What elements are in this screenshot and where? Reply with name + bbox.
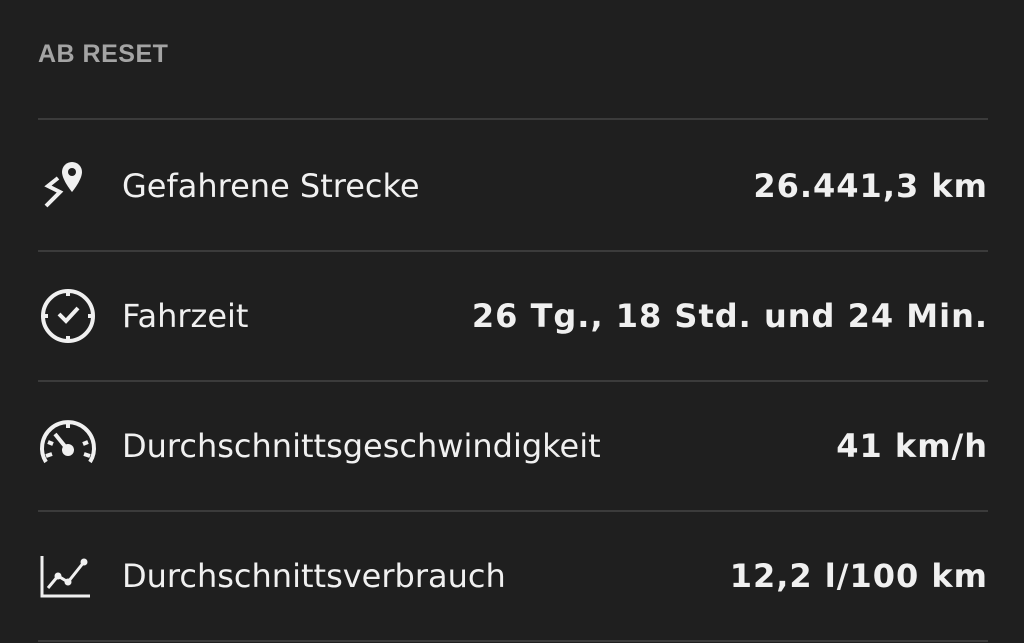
stat-value: 12,2 l/100 km xyxy=(729,557,988,595)
consumption-chart-icon xyxy=(38,544,102,608)
stat-label: Gefahrene Strecke xyxy=(122,167,420,205)
stat-label: Durchschnittsgeschwindigkeit xyxy=(122,427,601,465)
stat-label: Durchschnittsverbrauch xyxy=(122,557,506,595)
stat-row-distance: Gefahrene Strecke 26.441,3 km xyxy=(38,122,988,250)
clock-icon xyxy=(38,284,102,348)
stat-row-average-consumption: Durchschnittsverbrauch 12,2 l/100 km xyxy=(38,512,988,640)
stat-row-drive-time: Fahrzeit 26 Tg., 18 Std. und 24 Min. xyxy=(38,252,988,380)
speedometer-icon xyxy=(38,414,102,478)
stat-label: Fahrzeit xyxy=(122,297,249,335)
stat-row-average-speed: Durchschnittsgeschwindigkeit 41 km/h xyxy=(38,382,988,510)
stat-value: 26.441,3 km xyxy=(753,167,988,205)
stat-value: 26 Tg., 18 Std. und 24 Min. xyxy=(471,297,988,335)
section-title: AB RESET xyxy=(38,40,169,68)
route-pin-icon xyxy=(38,154,102,218)
divider xyxy=(38,118,988,120)
stat-value: 41 km/h xyxy=(836,427,988,465)
divider xyxy=(38,640,988,642)
